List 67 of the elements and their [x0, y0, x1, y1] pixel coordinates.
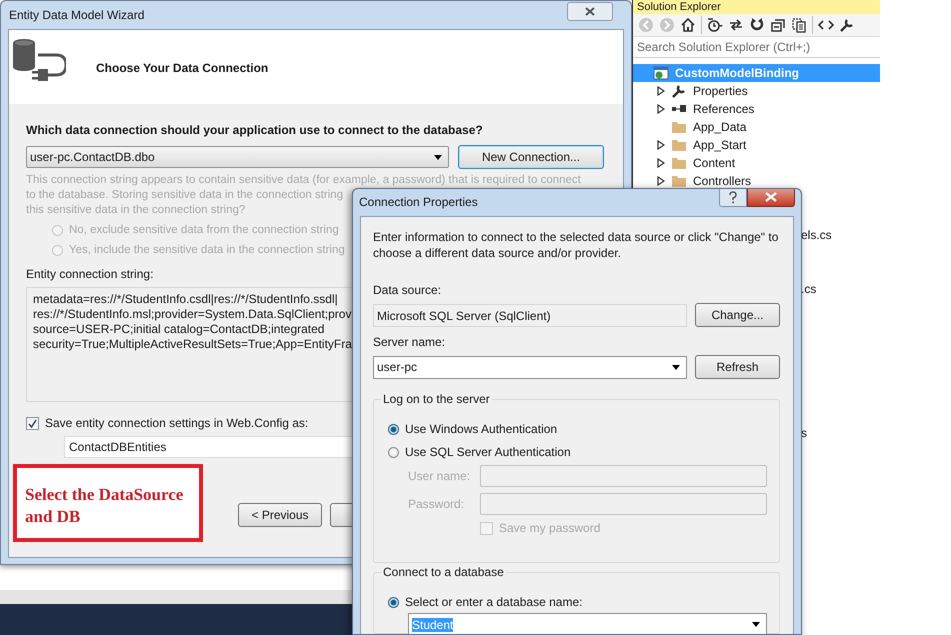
server-name-dropdown[interactable]: user-pc: [373, 356, 687, 378]
radio-label: No, exclude sensitive data from the connection string: [69, 224, 339, 236]
tree-item[interactable]: Content: [633, 154, 880, 172]
new-connection-button[interactable]: New Connection...: [458, 145, 604, 169]
close-button[interactable]: [747, 189, 795, 207]
tree-item[interactable]: References: [633, 100, 880, 118]
refresh-button[interactable]: Refresh: [695, 355, 780, 379]
folder-icon: [671, 155, 687, 171]
dropdown-arrow-icon: [752, 622, 760, 627]
question-label: Which data connection should your application use to connect to the database?: [26, 123, 484, 137]
history-icon[interactable]: [707, 17, 723, 33]
folder-icon: [671, 119, 687, 135]
search-field[interactable]: Search Solution Explorer (Ctrl+;): [633, 36, 880, 58]
notice-text: This connection string appears to contain sensitive data (for example, a password) that is required to connect: [26, 173, 581, 188]
project-icon: [653, 65, 669, 81]
tree-item-text: els.cs: [801, 228, 832, 242]
radio-label: Yes, include the sensitive data in the connection string: [69, 244, 345, 256]
connection-string-field[interactable]: metadata=res://*/StudentInfo.csdl|res://*/StudentInfo.ssdl| res://*/StudentInfo.msl;provider=System.Data.SqlClient;prov source=USER-PC;initial catalog=ContactDB;integrated security=True;MultipleActiveResultSets=True;App=EntityFra: [26, 287, 353, 402]
tree-item[interactable]: Controllers: [633, 172, 880, 190]
window-title: Entity Data Model Wizard: [9, 8, 144, 22]
dropdown-arrow-icon: [434, 154, 442, 160]
check-mark-icon: [28, 418, 37, 428]
panel-title: Solution Explorer: [633, 0, 880, 14]
checkbox-label: Save my password: [499, 521, 600, 535]
close-icon: [585, 6, 595, 16]
group-title: Log on to the server: [381, 392, 492, 406]
close-button[interactable]: [567, 2, 613, 20]
header-title: Choose Your Data Connection: [96, 61, 268, 75]
radio-label: Select or enter a database name:: [405, 595, 582, 609]
dropdown-arrow-icon: [672, 364, 680, 370]
home-icon[interactable]: [680, 17, 696, 33]
radio-label: Use Windows Authentication: [405, 422, 558, 436]
tree-item[interactable]: Properties: [633, 82, 880, 100]
refresh-icon[interactable]: [749, 17, 765, 33]
close-icon: [765, 192, 777, 202]
tree-item-text: .cs: [801, 282, 818, 296]
notice-text: this sensitive data in the connection string?: [26, 203, 246, 218]
radio-label: Use SQL Server Authentication: [405, 445, 571, 459]
radio-button[interactable]: [388, 446, 399, 458]
user-name-label: User name:: [407, 469, 472, 483]
radio-button[interactable]: [388, 424, 399, 434]
previous-button[interactable]: < Previous: [238, 503, 322, 527]
checkbox[interactable]: [26, 416, 39, 430]
help-icon: [728, 190, 738, 204]
server-name-label: Server name:: [373, 335, 446, 349]
tree-item[interactable]: App_Data: [633, 118, 880, 136]
notice-text: to the database. Storing sensitive data in the connection string: [26, 188, 344, 203]
wrench-icon[interactable]: [839, 17, 855, 33]
collapse-all-icon[interactable]: [770, 17, 786, 33]
checkbox-label: Save entity connection settings in Web.Config as:: [45, 416, 308, 430]
data-source-label: Data source:: [373, 283, 442, 297]
folder-icon: [671, 137, 687, 153]
connection-string-label: Entity connection string:: [26, 267, 154, 281]
wrench-icon: [671, 83, 687, 99]
change-button[interactable]: Change...: [695, 303, 780, 327]
password-label: Password:: [407, 497, 466, 511]
group-title: Connect to a database: [381, 565, 506, 579]
window-title: Connection Properties: [359, 195, 478, 211]
sync-icon[interactable]: [728, 17, 744, 33]
connection-dropdown[interactable]: user-pc.ContactDB.dbo: [26, 146, 449, 168]
tree-item[interactable]: App_Start: [633, 136, 880, 154]
pages-icon[interactable]: [791, 17, 807, 33]
annotation-note: Select the DataSource and DB: [13, 464, 203, 542]
radio-button[interactable]: [388, 596, 399, 608]
help-button[interactable]: [719, 189, 747, 207]
description-text: Enter information to connect to the selected data source or click "Change" to choose a different data source and/or provider.: [373, 229, 780, 261]
data-source-field[interactable]: Microsoft SQL Server (SqlClient): [373, 304, 687, 326]
